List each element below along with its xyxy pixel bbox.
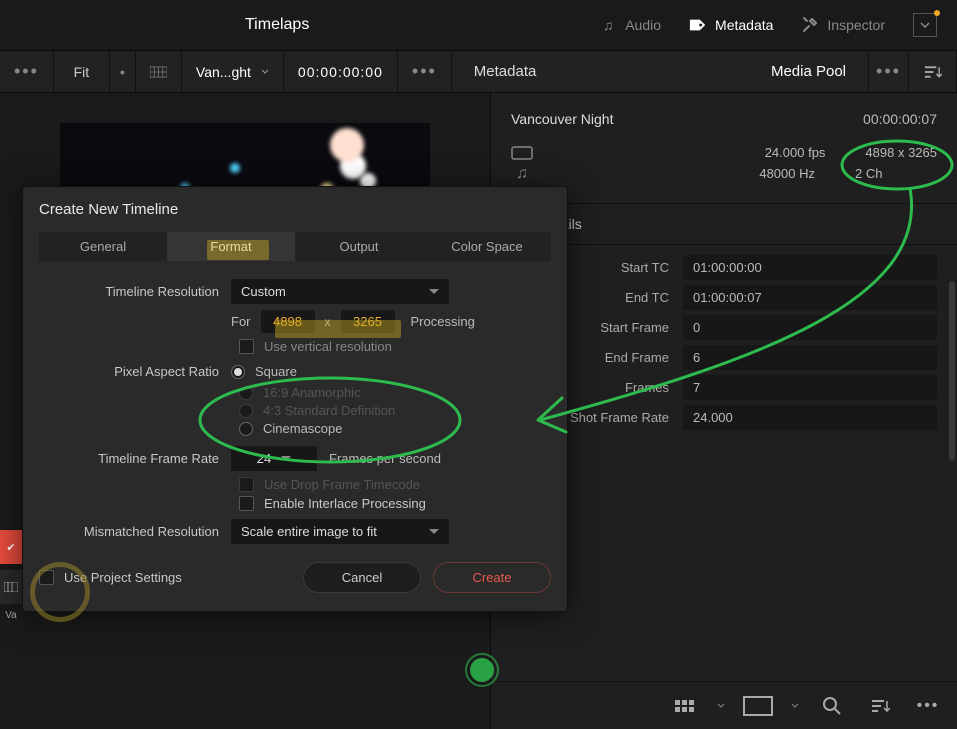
detail-row: Start TC01:00:00:00 [511, 255, 937, 280]
cancel-button[interactable]: Cancel [303, 562, 421, 593]
metadata-channels: 2 Ch [855, 166, 937, 181]
detail-row: Start Frame0 [511, 315, 937, 340]
panel-tab-mediapool[interactable]: Media Pool [771, 63, 846, 80]
clip-name-label: Van...ght [196, 64, 251, 80]
viewer-toolbar: ••• Fit ● Van...ght 00:00:00:00 ••• Meta… [0, 51, 957, 93]
detail-value[interactable]: 01:00:00:00 [683, 255, 937, 280]
media-pool-toolbar: ••• [491, 681, 957, 729]
chevron-down-icon [429, 289, 439, 294]
search-button[interactable] [817, 691, 847, 721]
detail-value[interactable]: 7 [683, 375, 937, 400]
aspect-view-button[interactable] [743, 691, 773, 721]
timeline-track-icon[interactable] [0, 570, 22, 604]
create-button[interactable]: Create [433, 562, 551, 593]
menu-inspector-label: Inspector [827, 17, 885, 33]
detail-row: Frames7 [511, 375, 937, 400]
detail-row: End Frame6 [511, 345, 937, 370]
grid-view-icon[interactable] [136, 51, 182, 92]
metadata-scrollbar[interactable] [949, 281, 955, 461]
mismatch-label: Mismatched Resolution [39, 524, 231, 539]
music-note-icon: ♫ [599, 16, 617, 34]
detail-value[interactable]: 24.000 [683, 405, 937, 430]
track-label: Va [0, 610, 22, 621]
media-pool-more-menu[interactable]: ••• [913, 691, 943, 721]
video-track-toggle[interactable]: ✔ [0, 530, 22, 564]
panel-options-dropdown[interactable] [913, 13, 937, 37]
use-project-settings-checkbox[interactable] [39, 570, 54, 585]
top-menu-bar: Timelaps ♫ Audio Metadata Inspector [0, 0, 957, 51]
dialog-title: Create New Timeline [39, 201, 551, 218]
processing-label: Processing [411, 314, 475, 329]
detail-value[interactable]: 6 [683, 345, 937, 370]
par-square-label: Square [255, 364, 297, 379]
sort-button[interactable] [909, 51, 957, 92]
panel-title-metadata: Metadata [474, 63, 537, 80]
par-43-label: 4:3 Standard Definition [263, 403, 395, 418]
detail-value[interactable]: 01:00:00:07 [683, 285, 937, 310]
interlace-checkbox[interactable] [239, 496, 254, 511]
viewer-more-menu[interactable]: ••• [398, 51, 452, 92]
mismatch-select[interactable]: Scale entire image to fit [231, 519, 449, 544]
track-sidebar: ✔ Va [0, 530, 22, 621]
use-project-settings-label: Use Project Settings [64, 570, 182, 585]
metadata-options-menu[interactable]: ••• [869, 51, 909, 92]
zoom-fit-button[interactable]: Fit [54, 51, 110, 92]
metadata-resolution: 4898 x 3265 [865, 145, 937, 160]
par-square-radio[interactable] [231, 365, 245, 379]
dialog-tabs: General Format Output Color Space [39, 232, 551, 261]
chevron-down-icon[interactable] [717, 703, 725, 708]
framerate-label: Timeline Frame Rate [39, 451, 231, 466]
pixel-aspect-label: Pixel Aspect Ratio [39, 364, 231, 379]
par-cinemascope-radio[interactable] [239, 422, 253, 436]
menu-metadata-label: Metadata [715, 17, 773, 33]
tab-output[interactable]: Output [295, 232, 423, 261]
clip-name-dropdown[interactable]: Van...ght [182, 51, 284, 92]
create-timeline-dialog: Create New Timeline General Format Outpu… [22, 186, 568, 612]
metadata-audio-rate: 48000 Hz [759, 166, 815, 181]
metadata-duration: 00:00:00:07 [863, 111, 937, 127]
use-vertical-label: Use vertical resolution [264, 339, 392, 354]
interlace-label: Enable Interlace Processing [264, 496, 426, 511]
framerate-select[interactable]: 24 [231, 446, 317, 471]
marker-indicator: ● [110, 51, 136, 92]
sort-media-button[interactable] [865, 691, 895, 721]
par-169-label: 16:9 Anamorphic [263, 385, 361, 400]
thumbnail-view-button[interactable] [669, 691, 699, 721]
menu-audio[interactable]: ♫ Audio [599, 16, 661, 34]
audio-icon: ♫ [511, 167, 533, 181]
framerate-suffix: Frames per second [329, 451, 441, 466]
menu-metadata[interactable]: Metadata [689, 16, 773, 34]
menu-inspector[interactable]: Inspector [801, 16, 885, 34]
detail-row: Shot Frame Rate24.000 [511, 405, 937, 430]
metadata-fps: 24.000 fps [765, 145, 826, 160]
resolution-width-field[interactable]: 4898 [261, 310, 315, 333]
timeline-resolution-select[interactable]: Custom [231, 279, 449, 304]
viewer-options-menu[interactable]: ••• [0, 51, 54, 92]
video-icon [511, 146, 533, 160]
chevron-down-icon[interactable] [791, 703, 799, 708]
tab-colorspace[interactable]: Color Space [423, 232, 551, 261]
par-43-radio [239, 404, 253, 418]
timecode-display[interactable]: 00:00:00:00 [284, 51, 398, 92]
project-title: Timelaps [245, 16, 309, 34]
resolution-height-field[interactable]: 3265 [341, 310, 395, 333]
chevron-down-icon [429, 529, 439, 534]
detail-row: End TC01:00:00:07 [511, 285, 937, 310]
detail-value[interactable]: 0 [683, 315, 937, 340]
timeline-resolution-label: Timeline Resolution [39, 284, 231, 299]
tab-format[interactable]: Format [167, 232, 295, 261]
chevron-down-icon [281, 456, 291, 461]
tab-general[interactable]: General [39, 232, 167, 261]
par-cinemascope-label: Cinemascope [263, 421, 343, 436]
drop-frame-checkbox [239, 477, 254, 492]
metadata-clip-name: Vancouver Night [511, 111, 613, 127]
tag-icon [689, 16, 707, 34]
x-separator: x [325, 315, 331, 329]
menu-audio-label: Audio [625, 17, 661, 33]
par-169-radio [239, 386, 253, 400]
use-vertical-checkbox[interactable] [239, 339, 254, 354]
tools-icon [801, 16, 819, 34]
drop-frame-label: Use Drop Frame Timecode [264, 477, 420, 492]
for-label: For [231, 314, 251, 329]
